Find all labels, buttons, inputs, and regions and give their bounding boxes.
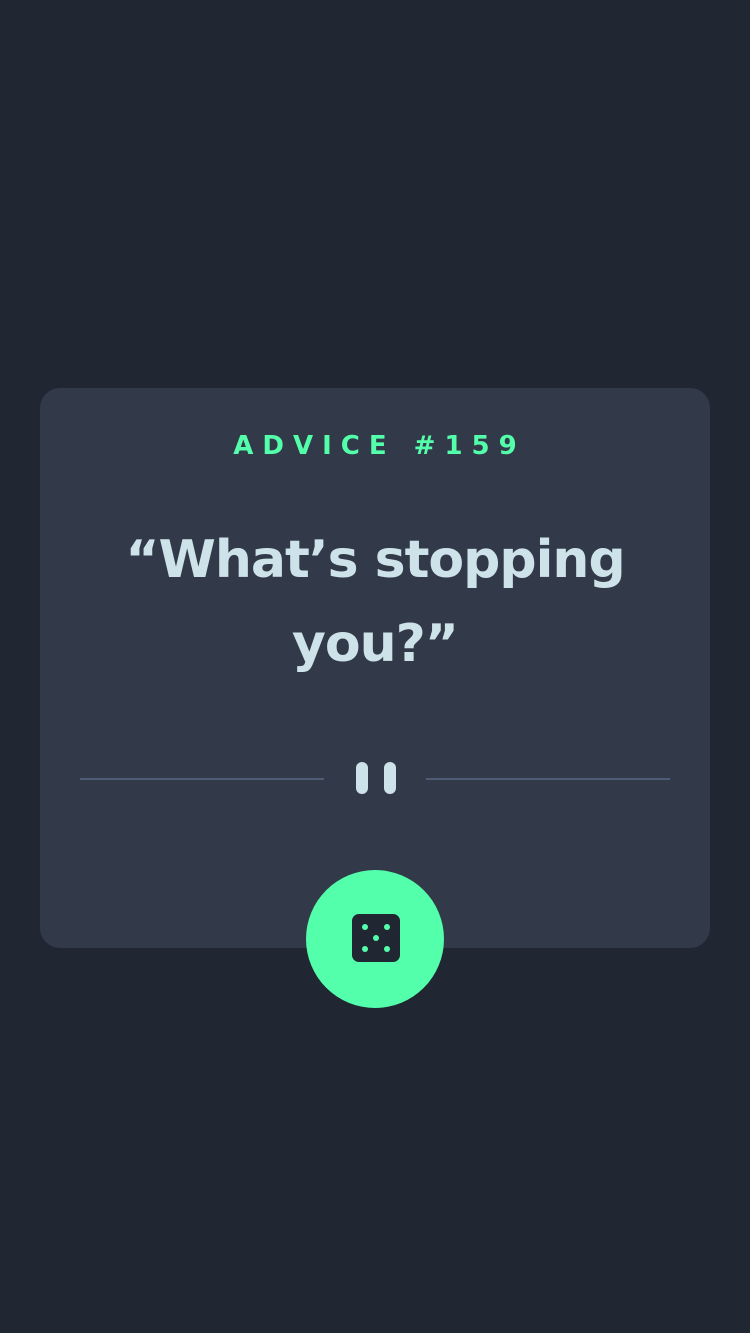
dice-pip	[373, 935, 379, 941]
new-advice-dice-button[interactable]	[306, 870, 444, 1008]
dice-pip	[362, 924, 368, 930]
dice-pip	[362, 946, 368, 952]
advice-quote: “What’s stopping you?”	[125, 530, 625, 674]
dice-pip	[384, 946, 390, 952]
dice-pip	[384, 924, 390, 930]
pause-bar-right	[384, 762, 396, 794]
divider-line-right	[426, 778, 670, 780]
pattern-divider	[80, 760, 670, 796]
divider-line-left	[80, 778, 324, 780]
pause-icon	[356, 762, 396, 794]
pause-bar-left	[356, 762, 368, 794]
dice-icon	[352, 914, 400, 962]
advice-id-label: ADVICE #159	[233, 431, 526, 461]
